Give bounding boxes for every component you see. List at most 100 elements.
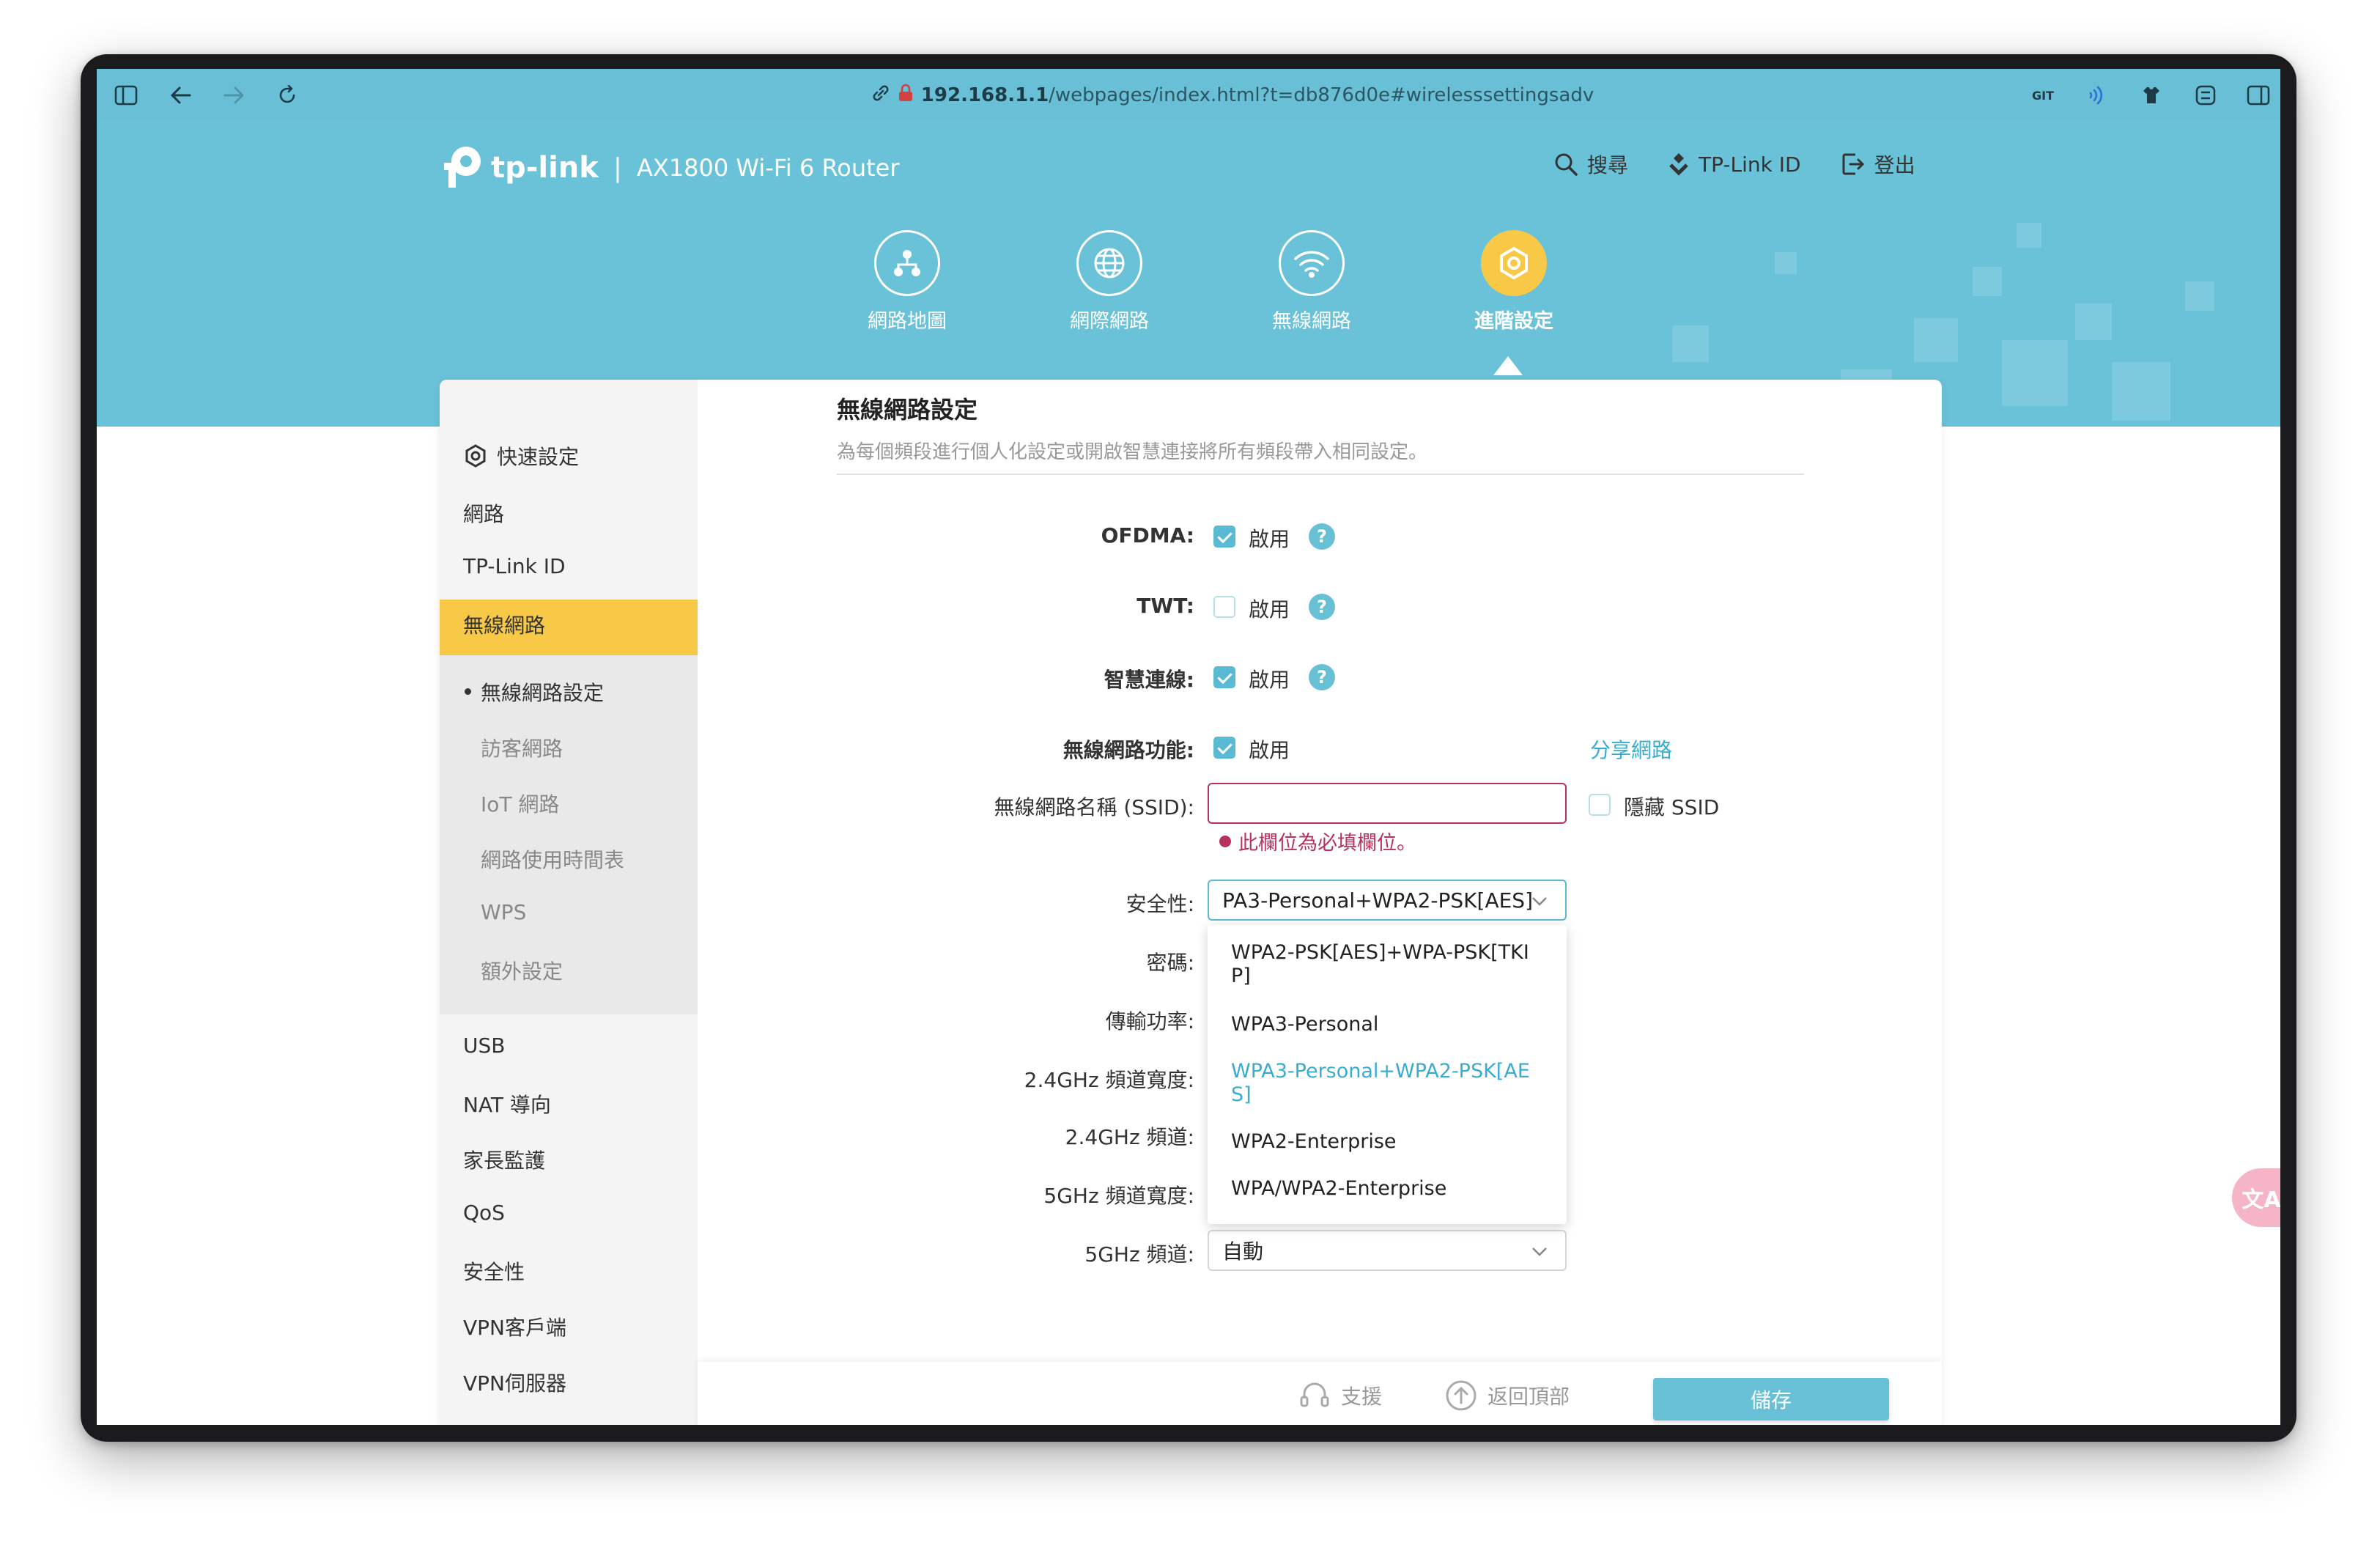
logout-label: 登出 — [1874, 153, 1915, 177]
chevron-down-icon — [1532, 1247, 1547, 1256]
settings-content: 無線網路設定 為每個頻段進行個人化設定或開啟智慧連接將所有頻段帶入相同設定。 O… — [698, 380, 1942, 1425]
security-option[interactable]: WPA2-PSK[AES]+WPA-PSK[TKIP] — [1231, 941, 1539, 988]
sidebar-item-vpn-client[interactable]: VPN客戶端 — [463, 1312, 566, 1341]
git-extension-icon[interactable]: GIT — [2027, 79, 2059, 111]
smart-connect-enable-label: 啟用 — [1249, 668, 1290, 692]
ssid-input[interactable] — [1208, 783, 1567, 824]
sub-item-iot-network[interactable]: IoT 網路 — [481, 789, 559, 818]
internet-globe-icon — [1076, 230, 1142, 296]
insecure-lock-icon — [898, 84, 914, 108]
nav-network-map[interactable]: 網路地圖 — [868, 230, 947, 333]
address-bar[interactable]: 192.168.1.1/webpages/index.html?t=db876d… — [829, 79, 1636, 111]
search-label: 搜尋 — [1587, 153, 1629, 177]
smart-connect-checkbox[interactable] — [1213, 666, 1235, 688]
channel-5ghz-value: 自動 — [1222, 1239, 1264, 1264]
security-option[interactable]: WPA3-Personal — [1231, 1013, 1539, 1036]
sidebar: 快速設定 網路 TP-Link ID 無線網路 無線網路設定 訪客網路 IoT … — [440, 380, 698, 1425]
ofdma-help-icon[interactable]: ? — [1309, 523, 1335, 550]
nav-advanced-label: 進階設定 — [1474, 310, 1553, 333]
back-to-top-button[interactable]: 返回頂部 — [1445, 1379, 1570, 1412]
wireless-function-enable-label: 啟用 — [1249, 738, 1290, 762]
extensions-icon[interactable] — [2189, 79, 2222, 111]
sidebar-toggle-icon[interactable] — [110, 79, 142, 111]
twt-enable-label: 啟用 — [1249, 597, 1290, 622]
share-network-link[interactable]: 分享網路 — [1590, 734, 1672, 764]
twt-checkbox[interactable] — [1213, 596, 1235, 618]
sidebar-item-tplink-id-label: TP-Link ID — [463, 554, 566, 578]
tplink-id-link[interactable]: TP-Link ID — [1668, 150, 1801, 179]
logo-separator: | — [613, 152, 622, 183]
ssid-label: 無線網路名稱 (SSID): — [994, 795, 1194, 819]
sidebar-item-tplink-id[interactable]: TP-Link ID — [463, 554, 566, 578]
back-arrow-icon[interactable] — [164, 79, 196, 111]
sidebar-submenu: 無線網路設定 訪客網路 IoT 網路 網路使用時間表 WPS 額外設定 — [440, 655, 698, 1014]
hide-ssid-label: 隱藏 SSID — [1624, 795, 1720, 819]
security-option[interactable]: WPA2-Enterprise — [1231, 1130, 1539, 1154]
save-button[interactable]: 儲存 — [1653, 1378, 1889, 1420]
back-to-top-label: 返回頂部 — [1488, 1385, 1570, 1409]
reload-icon[interactable] — [271, 79, 303, 111]
support-label: 支援 — [1341, 1385, 1383, 1409]
sub-item-wireless-settings[interactable]: 無線網路設定 — [464, 677, 604, 707]
sub-item-guest-network[interactable]: 訪客網路 — [481, 733, 563, 762]
quick-setup-gear-icon — [465, 444, 486, 468]
nav-wireless[interactable]: 無線網路 — [1272, 230, 1351, 333]
ssid-error-text: 此欄位為必填欄位。 — [1238, 832, 1416, 855]
sub-item-schedule[interactable]: 網路使用時間表 — [481, 844, 624, 874]
sidebar-item-network[interactable]: 網路 — [463, 498, 504, 528]
wireless-function-checkbox[interactable] — [1213, 737, 1235, 759]
sidebar-item-qos[interactable]: QoS — [463, 1201, 505, 1225]
nav-network-map-label: 網路地圖 — [868, 310, 947, 333]
sidebar-item-nat[interactable]: NAT 導向 — [463, 1089, 551, 1118]
main-card: 快速設定 網路 TP-Link ID 無線網路 無線網路設定 訪客網路 IoT … — [440, 380, 1942, 1425]
sub-item-additional[interactable]: 額外設定 — [481, 956, 563, 985]
sidebar-item-vpn-server[interactable]: VPN伺服器 — [463, 1368, 566, 1397]
nav-internet-label: 網際網路 — [1070, 310, 1149, 333]
translate-icon[interactable]: 文A — [2232, 1168, 2280, 1227]
bw-24ghz-label: 2.4GHz 頻道寬度: — [1024, 1068, 1194, 1092]
channel-5ghz-select[interactable]: 自動 — [1208, 1230, 1567, 1271]
forward-arrow-icon[interactable] — [218, 79, 251, 111]
ofdma-label: OFDMA: — [1101, 523, 1194, 548]
twt-label: TWT: — [1137, 594, 1194, 618]
error-dot-icon — [1219, 835, 1231, 847]
tplink-id-label: TP-Link ID — [1699, 152, 1801, 177]
logout-link[interactable]: 登出 — [1841, 150, 1915, 179]
url-path: /webpages/index.html?t=db876d0e#wireless… — [1049, 84, 1594, 106]
smart-connect-help-icon[interactable]: ? — [1309, 664, 1335, 690]
search-link[interactable]: 搜尋 — [1553, 150, 1628, 179]
ofdma-enable-label: 啟用 — [1249, 527, 1290, 551]
security-select[interactable]: PA3-Personal+WPA2-PSK[AES] — [1208, 880, 1567, 921]
url-text: 192.168.1.1/webpages/index.html?t=db876d… — [921, 84, 1594, 106]
shirt-extension-icon[interactable] — [2135, 79, 2168, 111]
split-view-icon[interactable] — [2242, 79, 2274, 111]
action-footer: 支援 返回頂部 儲存 — [698, 1362, 1942, 1425]
smart-connect-label: 智慧連線: — [1104, 668, 1194, 692]
ssid-error-message: 此欄位為必填欄位。 — [1219, 827, 1416, 855]
wireless-function-label: 無線網路功能: — [1062, 738, 1194, 762]
link-icon — [871, 84, 890, 108]
twt-help-icon[interactable]: ? — [1309, 594, 1335, 620]
audio-extension-icon[interactable] — [2081, 79, 2113, 111]
security-option[interactable]: WPA/WPA2-Enterprise — [1231, 1177, 1539, 1201]
sidebar-item-quick-setup[interactable]: 快速設定 — [463, 441, 579, 471]
sidebar-item-wireless[interactable]: 無線網路 — [463, 610, 545, 639]
hide-ssid-checkbox[interactable] — [1589, 794, 1611, 816]
support-button[interactable]: 支援 — [1298, 1379, 1382, 1412]
page-description: 為每個頻段進行個人化設定或開啟智慧連接將所有頻段帶入相同設定。 — [837, 441, 1428, 463]
security-option-selected[interactable]: WPA3-Personal+WPA2-PSK[AES] — [1231, 1060, 1539, 1107]
sidebar-item-usb[interactable]: USB — [463, 1033, 505, 1058]
sub-item-wps[interactable]: WPS — [481, 900, 526, 924]
advanced-gear-icon — [1481, 230, 1547, 296]
ofdma-checkbox[interactable] — [1213, 526, 1235, 548]
tplink-logo[interactable]: tp-link | AX1800 Wi-Fi 6 Router — [434, 142, 900, 194]
sidebar-item-network-label: 網路 — [463, 502, 505, 526]
tx-power-label: 傳輸功率: — [1105, 1009, 1194, 1033]
sidebar-item-security[interactable]: 安全性 — [463, 1256, 525, 1286]
chevron-down-icon — [1532, 897, 1547, 906]
security-label: 安全性: — [1126, 892, 1194, 916]
nav-internet[interactable]: 網際網路 — [1070, 230, 1149, 333]
nav-advanced[interactable]: 進階設定 — [1474, 230, 1553, 333]
title-divider — [837, 473, 1804, 475]
sidebar-item-parental[interactable]: 家長監護 — [463, 1145, 545, 1174]
